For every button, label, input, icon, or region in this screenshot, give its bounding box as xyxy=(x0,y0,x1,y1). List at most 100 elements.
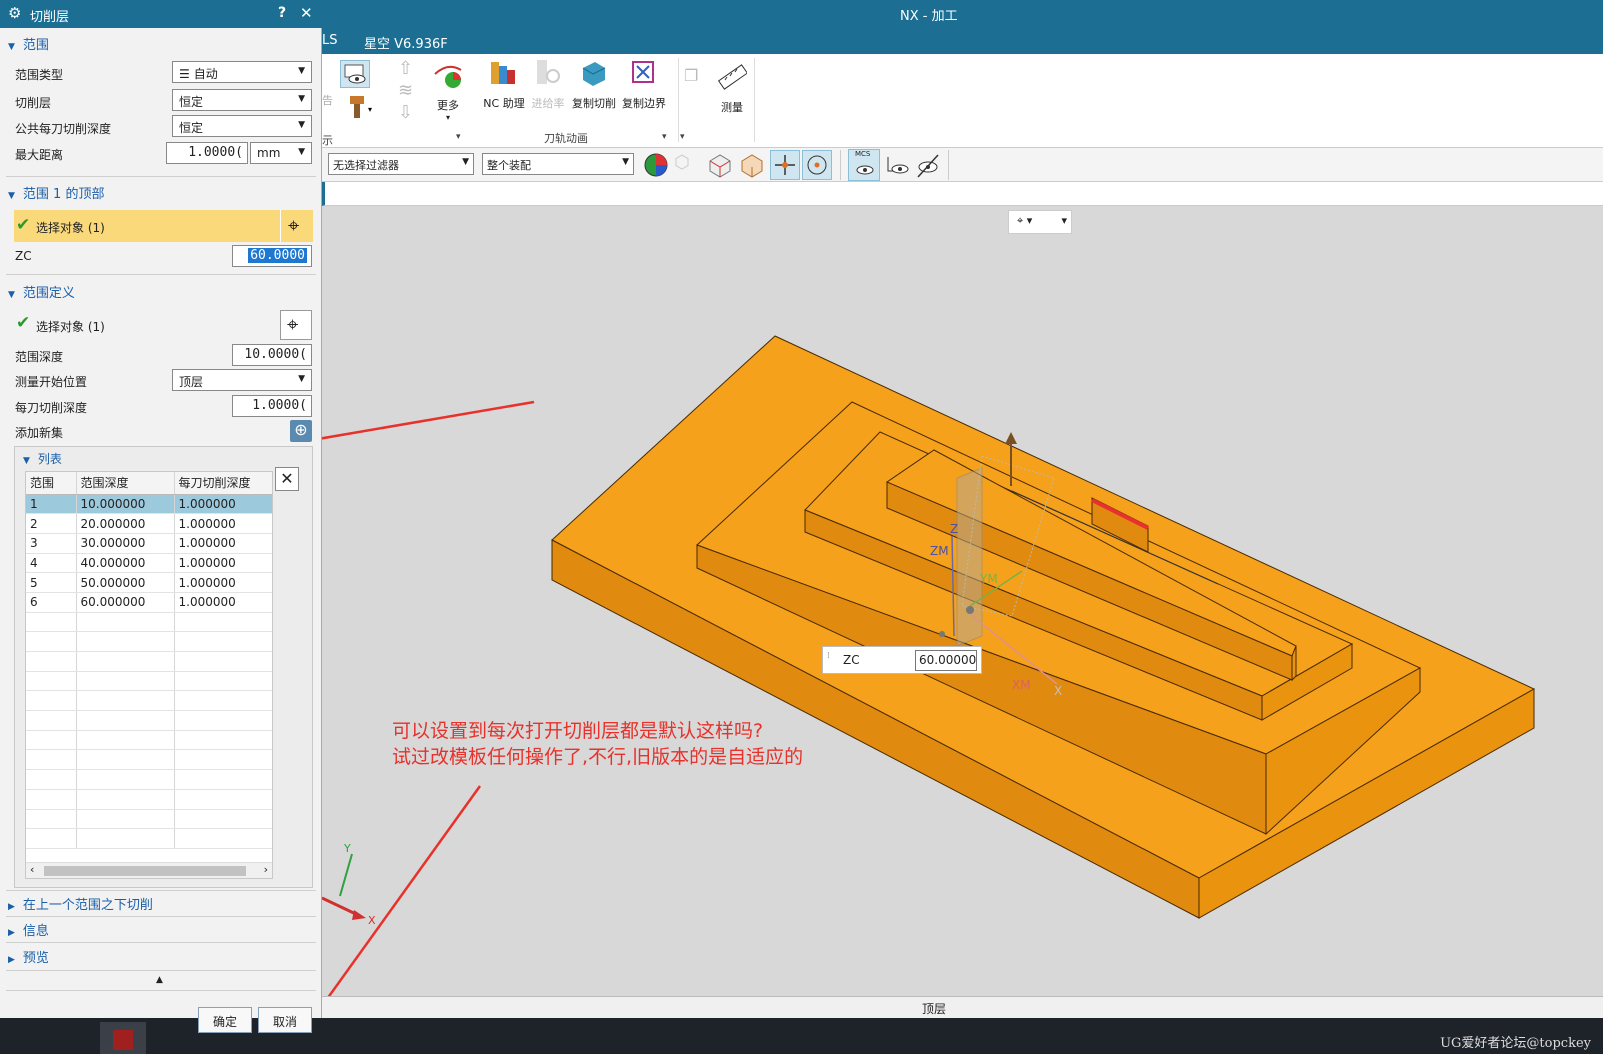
mcs-display-icon[interactable]: MCS xyxy=(848,149,880,181)
assembly-scope-dropdown[interactable]: 整个装配 ▼ xyxy=(482,153,634,175)
table-row[interactable]: 1 10.000000 1.000000 xyxy=(26,494,272,515)
range-section-header[interactable]: ▼ 范围 xyxy=(8,34,314,58)
ribbon-group-dropdown-icon[interactable]: ▾ xyxy=(456,132,461,142)
col-header-depth[interactable]: 范围深度 xyxy=(76,472,175,495)
delete-row-button[interactable]: ✕ xyxy=(275,467,299,491)
range-depth-label: 范围深度 xyxy=(15,350,64,364)
close-button[interactable]: ✕ xyxy=(300,4,313,22)
range-top-section-label: 范围 1 的顶部 xyxy=(22,187,105,202)
onscreen-zc-value[interactable]: 60.000000 xyxy=(915,650,977,671)
graphics-viewport[interactable]: Z ZM YM XM X Y X ⌖ ▾ ▾ ⁞ ZC 60.000000 可以… xyxy=(322,206,1603,996)
taskbar-app-button[interactable] xyxy=(100,1022,146,1054)
check-icon: ✔ xyxy=(16,215,31,235)
selection-filter-dropdown[interactable]: 无选择过滤器 ▼ xyxy=(328,153,474,175)
cell-range: 3 xyxy=(26,533,77,554)
snap-point-icon[interactable] xyxy=(770,150,800,180)
cut-level-value: 恒定 xyxy=(179,95,204,109)
close-x-icon: ✕ xyxy=(280,469,294,488)
section-divider xyxy=(6,176,316,177)
col-header-range[interactable]: 范围 xyxy=(26,472,77,495)
table-row[interactable]: 5 50.000000 1.000000 xyxy=(26,572,272,593)
range-type-dropdown[interactable]: ☰ 自动 ▼ xyxy=(172,61,312,83)
show-eye-icon[interactable] xyxy=(884,151,912,182)
small-dropdown-icon[interactable]: ▾ xyxy=(680,132,685,142)
empty-row xyxy=(26,612,272,633)
add-set-button[interactable]: ⊕ xyxy=(290,420,312,442)
select-object-2-button[interactable]: ⌖ xyxy=(280,310,312,340)
scroll-left-icon[interactable]: ‹ xyxy=(30,863,34,876)
crosshair-select-icon[interactable]: ⌖ xyxy=(288,213,299,237)
filter-divider xyxy=(840,150,841,180)
preview-section-header[interactable]: ▶ 预览 xyxy=(8,947,314,971)
arrow-to-list xyxy=(322,400,535,440)
ok-button[interactable]: 确定 xyxy=(198,1007,252,1033)
range-depth-input[interactable]: 10.0000( xyxy=(232,344,312,366)
svg-text:▾: ▾ xyxy=(368,105,372,114)
nc-helper-button[interactable]: NC 助理 xyxy=(480,58,528,111)
drag-handle-icon[interactable]: ⁞ xyxy=(827,651,830,661)
info-section-header[interactable]: ▶ 信息 xyxy=(8,920,314,944)
table-row[interactable]: 2 20.000000 1.000000 xyxy=(26,513,272,534)
cancel-button[interactable]: 取消 xyxy=(258,1007,312,1033)
page-icon[interactable]: ❐ xyxy=(684,66,698,85)
more-button[interactable]: 更多 ▾ xyxy=(428,60,468,122)
cell-depth: 10.000000 xyxy=(76,494,175,515)
unit-dropdown[interactable]: mm ▼ xyxy=(250,142,312,164)
ribbon-group-partial-label: 示 xyxy=(322,134,333,147)
range-def-section-label: 范围定义 xyxy=(22,286,75,301)
list-section-header[interactable]: ▼ 列表 xyxy=(23,450,62,467)
menu-item-xingkong[interactable]: 星空 V6.936F xyxy=(364,33,448,52)
horizontal-scrollbar[interactable]: ‹ › xyxy=(26,862,272,878)
component-filter-icon[interactable]: ⬡ xyxy=(674,152,690,173)
menu-item-ls[interactable]: LS xyxy=(322,33,338,48)
range-section-label: 范围 xyxy=(22,38,49,53)
collapse-up-icon[interactable]: ▲ xyxy=(156,975,163,985)
measure-from-dropdown[interactable]: 顶层 ▼ xyxy=(172,369,312,391)
common-depth-dropdown[interactable]: 恒定 ▼ xyxy=(172,115,312,137)
part-model-svg[interactable] xyxy=(322,206,1603,996)
empty-row xyxy=(26,690,272,712)
empty-row xyxy=(26,769,272,790)
table-row[interactable]: 6 60.000000 1.000000 xyxy=(26,592,272,613)
tool-icon[interactable]: ▾ xyxy=(344,94,374,125)
scroll-right-icon[interactable]: › xyxy=(264,863,268,876)
view-orient-widget[interactable]: ⌖ ▾ ▾ xyxy=(1008,210,1072,234)
move-stack-icon[interactable]: ⇧ ≋ ⇩ xyxy=(398,58,413,124)
copy-cut-button[interactable]: 复制切削 xyxy=(570,58,618,111)
below-range-section-header[interactable]: ▶ 在上一个范围之下切削 xyxy=(8,894,314,918)
cell-depth: 50.000000 xyxy=(76,572,175,593)
cell-depth: 30.000000 xyxy=(76,533,175,554)
select-object-row-active[interactable]: ✔ 选择对象 (1) ⌖ xyxy=(14,210,313,242)
col-header-per-cut[interactable]: 每刀切削深度 xyxy=(174,472,272,495)
select-object-label: 选择对象 (1) xyxy=(36,221,105,235)
range-top-section-header[interactable]: ▼ 范围 1 的顶部 xyxy=(8,183,314,207)
table-row[interactable]: 4 40.000000 1.000000 xyxy=(26,553,272,574)
per-cut-input[interactable]: 1.0000( xyxy=(232,395,312,417)
group-dropdown-icon[interactable]: ▾ xyxy=(662,132,667,142)
ribbon: 告 ▾ ⇧ ≋ ⇩ 更多 ▾ ▾ 示 NC 助理 进给率 复制切削 复制边界 刀轨动… xyxy=(322,54,1603,148)
help-button[interactable]: ? xyxy=(278,5,286,21)
view-toggle-icon[interactable] xyxy=(340,60,370,88)
center-point-icon[interactable] xyxy=(802,150,832,180)
body-filter-icon[interactable] xyxy=(706,151,734,182)
hide-eye-icon[interactable] xyxy=(914,151,942,182)
mcs-label: MCS xyxy=(855,150,871,158)
range-type-label: 范围类型 xyxy=(15,68,64,82)
copy-boundary-button[interactable]: 复制边界 xyxy=(620,58,668,111)
measure-button[interactable]: 测量 xyxy=(710,62,754,115)
common-depth-value: 恒定 xyxy=(179,121,204,135)
zc-input[interactable]: 60.0000 xyxy=(232,245,312,267)
ribbon-divider-2 xyxy=(754,58,755,142)
face-filter-icon[interactable] xyxy=(738,151,766,182)
max-distance-input[interactable]: 1.0000( xyxy=(166,142,248,164)
cut-level-dropdown[interactable]: 恒定 ▼ xyxy=(172,89,312,111)
scrollbar-thumb[interactable] xyxy=(44,866,246,876)
color-wheel-icon[interactable] xyxy=(642,151,670,182)
section-divider xyxy=(6,990,316,991)
range-list-table[interactable]: 范围 范围深度 每刀切削深度 1 10.000000 1.000000 2 20… xyxy=(25,471,273,879)
nc-helper-label: NC 助理 xyxy=(483,97,525,110)
table-row[interactable]: 3 30.000000 1.000000 xyxy=(26,533,272,554)
onscreen-zc-input[interactable]: ⁞ ZC 60.000000 xyxy=(822,646,982,674)
feed-rate-button[interactable]: 进给率 xyxy=(528,58,568,111)
range-def-section-header[interactable]: ▼ 范围定义 xyxy=(8,282,314,306)
